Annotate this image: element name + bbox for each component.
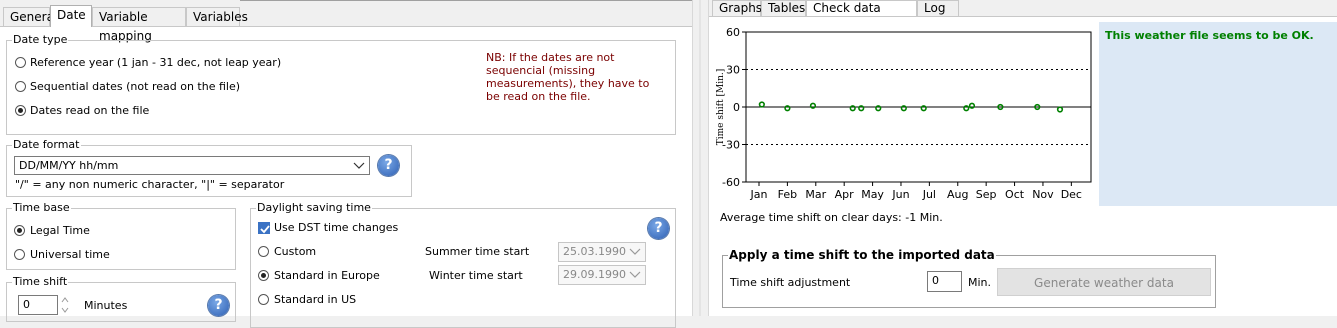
right-panel: Graphs Tables Check data quality Log 60 3… [709, 0, 1337, 316]
checkmark-icon [260, 225, 270, 234]
winter-time-label: Winter time start [429, 269, 523, 282]
radio-standard-europe-label[interactable]: Standard in Europe [274, 269, 380, 283]
chevron-down-icon [629, 271, 641, 278]
time-shift-adjustment-unit: Min. [968, 276, 992, 289]
radio-universal-time-label[interactable]: Universal time [30, 248, 110, 262]
x-tick-label: Feb [778, 188, 797, 201]
tab-general[interactable]: General [3, 7, 57, 26]
time-base-legend: Time base [12, 201, 71, 215]
x-tick-label: Oct [1005, 188, 1025, 201]
tab-variable-mapping[interactable]: Variable mapping [92, 7, 186, 43]
winter-time-select[interactable]: 29.09.1990 [558, 265, 646, 285]
summer-time-value: 25.03.1990 [563, 245, 626, 258]
radio-dates-read-on-file-label[interactable]: Dates read on the file [30, 104, 149, 118]
time-shift-spinner[interactable]: 0 [18, 295, 58, 315]
date-format-value: DD/MM/YY hh/mm [19, 159, 119, 172]
top-edge-line [240, 0, 692, 3]
radio-standard-us[interactable] [258, 294, 269, 305]
dst-legend: Daylight saving time [256, 201, 372, 215]
splitter-grip [699, 0, 701, 316]
status-message: This weather file seems to be OK. [1105, 29, 1314, 42]
time-shift-unit: Minutes [84, 299, 128, 312]
apply-shift-legend: Apply a time shift to the imported data [728, 248, 996, 262]
tab-date[interactable]: Date [50, 5, 92, 27]
y-tick-label: 60 [726, 26, 740, 39]
radio-standard-europe[interactable] [258, 270, 269, 281]
x-tick-label: Apr [835, 188, 855, 201]
radio-standard-us-label[interactable]: Standard in US [274, 293, 356, 307]
average-shift-text: Average time shift on clear days: -1 Min… [720, 211, 943, 224]
date-format-select[interactable]: DD/MM/YY hh/mm [14, 156, 370, 175]
time-shift-adjustment-value: 0 [932, 274, 939, 287]
radio-sequential-dates[interactable] [15, 81, 26, 92]
x-tick-label: Sep [976, 188, 997, 201]
time-shift-value: 0 [23, 298, 30, 311]
date-format-legend: Date format [12, 138, 81, 152]
radio-custom[interactable] [258, 246, 269, 257]
x-tick-label: Jan [750, 188, 768, 201]
y-tick-label: 0 [733, 101, 740, 114]
time-shift-legend: Time shift [12, 275, 69, 289]
winter-time-value: 29.09.1990 [563, 268, 626, 281]
use-dst-checkbox[interactable] [258, 222, 270, 234]
radio-sequential-dates-label[interactable]: Sequential dates (not read on the file) [30, 80, 240, 94]
status-panel [1099, 22, 1337, 206]
chevron-down-icon [629, 248, 641, 255]
radio-universal-time[interactable] [14, 249, 25, 260]
dst-help-icon[interactable]: ? [648, 218, 669, 239]
x-tick-label: Jul [922, 188, 936, 201]
radio-reference-year[interactable] [15, 57, 26, 68]
radio-dates-read-on-file[interactable] [15, 105, 26, 116]
date-type-note: NB: If the dates are not sequencial (mis… [486, 51, 650, 103]
x-tick-label: Dec [1061, 188, 1082, 201]
tab-log[interactable]: Log [917, 0, 959, 16]
radio-reference-year-label[interactable]: Reference year (1 jan - 31 dec, not leap… [30, 56, 281, 70]
radio-legal-time-label[interactable]: Legal Time [30, 224, 90, 238]
spin-up-icon[interactable] [60, 296, 70, 304]
x-tick-label: Nov [1032, 188, 1054, 201]
x-tick-label: May [861, 188, 884, 201]
date-format-help-icon[interactable]: ? [378, 155, 399, 176]
tab-graphs[interactable]: Graphs [712, 0, 762, 16]
date-type-legend: Date type [12, 33, 69, 47]
time-shift-adjustment-input[interactable]: 0 [927, 271, 962, 292]
y-tick-label: 30 [726, 64, 740, 77]
time-shift-adjustment-label: Time shift adjustment [730, 276, 851, 289]
date-format-hint: "/" = any non numeric character, "|" = s… [15, 178, 285, 191]
chevron-down-icon [353, 162, 365, 169]
use-dst-label[interactable]: Use DST time changes [274, 221, 398, 235]
x-tick-label: Aug [947, 188, 968, 201]
y-tick-label: -60 [722, 176, 740, 189]
x-tick-label: Mar [805, 188, 826, 201]
tab-check-data-quality[interactable]: Check data quality [806, 0, 917, 29]
time-shift-chart: 60300-30-60Jan Feb Mar Apr May Jun Jul Aug Sep Oc… [716, 26, 1092, 201]
x-tick-label: Jun [891, 188, 909, 201]
left-panel: General Date Variable mapping Variables … [0, 0, 692, 328]
generate-weather-data-button[interactable]: Generate weather data [997, 268, 1211, 296]
tab-tables[interactable]: Tables [761, 0, 806, 16]
radio-legal-time[interactable] [14, 225, 25, 236]
spin-down-icon[interactable] [60, 306, 70, 314]
y-axis-label: Time shift [Min.] [716, 69, 726, 145]
summer-time-select[interactable]: 25.03.1990 [558, 242, 646, 262]
radio-custom-label[interactable]: Custom [274, 245, 316, 259]
time-shift-help-icon[interactable]: ? [208, 295, 229, 316]
summer-time-label: Summer time start [425, 245, 530, 258]
tab-variables[interactable]: Variables [186, 7, 248, 26]
